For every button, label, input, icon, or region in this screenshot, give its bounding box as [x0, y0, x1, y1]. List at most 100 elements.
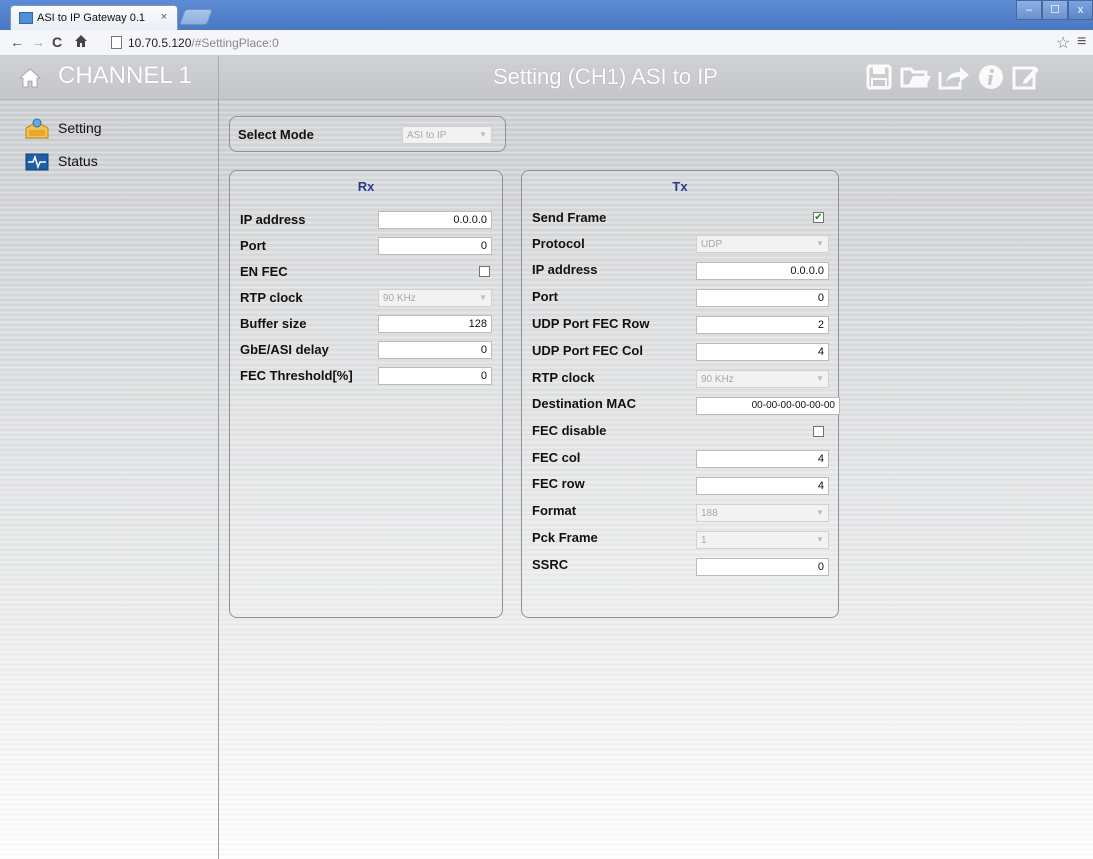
sidebar-item-status[interactable]: Status: [24, 149, 98, 173]
rx-rtp-clock-value: 90 KHz: [383, 293, 416, 304]
tx-pck-frame-row: Pck Frame: [532, 527, 598, 547]
tab-title: ASI to IP Gateway 0.1: [37, 12, 146, 24]
home-browser-icon[interactable]: [74, 34, 88, 51]
tx-rtp-clock-value: 90 KHz: [701, 374, 734, 385]
tx-fec-col-port-input[interactable]: 4: [696, 343, 829, 361]
select-mode-dropdown[interactable]: ASI to IP ▼: [402, 126, 492, 144]
rx-delay-row: GbE/ASI delay: [240, 339, 329, 359]
rx-port-input[interactable]: 0: [378, 237, 492, 255]
sidebar-item-label: Setting: [58, 120, 102, 136]
rx-delay-label: GbE/ASI delay: [240, 341, 329, 357]
close-window-button[interactable]: x: [1068, 0, 1093, 20]
tx-pck-frame-label: Pck Frame: [532, 529, 598, 545]
reload-icon[interactable]: C: [52, 34, 62, 50]
url-host: 10.70.5.120: [128, 36, 192, 50]
chevron-down-icon: ▼: [479, 130, 487, 139]
home-icon[interactable]: [18, 66, 42, 90]
tx-port-row: Port: [532, 286, 558, 306]
tx-ssrc-label: SSRC: [532, 556, 569, 572]
tx-format-label: Format: [532, 502, 577, 518]
rx-buffer-input[interactable]: 128: [378, 315, 492, 333]
bookmark-star-icon[interactable]: ☆: [1056, 33, 1070, 53]
rx-ip-label: IP address: [240, 211, 306, 227]
tx-format-value: 188: [701, 508, 718, 519]
tx-protocol-label: Protocol: [532, 235, 585, 251]
rx-en-fec-checkbox[interactable]: [479, 266, 490, 277]
select-mode-panel: Select Mode ASI to IP ▼: [229, 116, 506, 152]
tx-mac-row: Destination MAC: [532, 393, 636, 413]
url-path: /#SettingPlace:0: [191, 36, 279, 50]
tx-fec-row-label: FEC row: [532, 475, 585, 491]
tx-fec-col-label: FEC col: [532, 449, 581, 465]
rx-buffer-label: Buffer size: [240, 315, 307, 331]
page-icon: [111, 36, 122, 49]
menu-icon[interactable]: ≡: [1077, 33, 1086, 51]
chevron-down-icon: ▼: [816, 508, 824, 517]
rx-port-row: Port: [240, 235, 266, 255]
url-field[interactable]: 10.70.5.120/#SettingPlace:0: [128, 36, 279, 50]
rx-delay-input[interactable]: 0: [378, 341, 492, 359]
tx-fec-disable-checkbox[interactable]: [813, 426, 824, 437]
rx-en-fec-row: EN FEC: [240, 261, 288, 281]
tx-fec-row-input[interactable]: 4: [696, 477, 829, 495]
new-tab-button[interactable]: [179, 9, 213, 25]
minimize-button[interactable]: –: [1016, 0, 1042, 20]
rx-rtp-clock-dropdown[interactable]: 90 KHz ▼: [378, 289, 492, 307]
forward-icon[interactable]: →: [31, 34, 45, 50]
rx-fec-threshold-input[interactable]: 0: [378, 367, 492, 385]
tx-fec-col-row: FEC col: [532, 447, 580, 467]
tx-protocol-row: Protocol: [532, 233, 585, 253]
tx-panel: Tx Send Frame ✔ Protocol UDP ▼ IP addres…: [521, 170, 840, 618]
tx-mac-input[interactable]: 00-00-00-00-00-00: [696, 397, 840, 415]
folder-open-icon[interactable]: [900, 64, 932, 90]
channel-title: CHANNEL 1: [58, 62, 192, 89]
tx-pck-frame-dropdown[interactable]: 1 ▼: [696, 531, 829, 549]
rx-fec-threshold-label: FEC Threshold[%]: [240, 367, 353, 383]
rx-buffer-row: Buffer size: [240, 313, 306, 333]
save-icon[interactable]: [866, 64, 892, 90]
select-mode-label: Select Mode: [238, 127, 314, 142]
tab-close-icon[interactable]: ×: [161, 11, 167, 23]
tx-format-dropdown[interactable]: 188 ▼: [696, 504, 829, 522]
edit-icon[interactable]: [1012, 64, 1039, 90]
info-icon[interactable]: [978, 64, 1004, 90]
rx-rtp-clock-label: RTP clock: [240, 289, 303, 305]
tx-send-frame-row: Send Frame: [532, 207, 606, 227]
rx-ip-input[interactable]: 0.0.0.0: [378, 211, 492, 229]
back-icon[interactable]: ←: [10, 34, 24, 50]
tx-fec-row-port-label: UDP Port FEC Row: [532, 315, 650, 331]
tx-fec-col-input[interactable]: 4: [696, 450, 829, 468]
select-mode-value: ASI to IP: [407, 130, 447, 141]
tx-fec-row-row: FEC row: [532, 473, 585, 493]
browser-tab[interactable]: ASI to IP Gateway 0.1 ×: [10, 5, 178, 30]
tx-fec-disable-row: FEC disable: [532, 420, 606, 440]
page-header: CHANNEL 1 Setting (CH1) ASI to IP: [0, 56, 1093, 100]
sidebar-item-setting[interactable]: Setting: [24, 116, 102, 140]
browser-titlebar: ASI to IP Gateway 0.1 × – ☐ x: [0, 0, 1093, 30]
favicon-icon: [19, 12, 33, 24]
tx-ssrc-input[interactable]: 0: [696, 558, 829, 576]
page: CHANNEL 1 Setting (CH1) ASI to IP Settin…: [0, 56, 1093, 859]
tx-ip-input[interactable]: 0.0.0.0: [696, 262, 829, 280]
tx-mac-label: Destination MAC: [532, 395, 636, 411]
rx-fec-threshold-row: FEC Threshold[%]: [240, 365, 353, 385]
rx-title: Rx: [357, 179, 375, 194]
chevron-down-icon: ▼: [816, 374, 824, 383]
tx-format-row: Format: [532, 500, 576, 520]
maximize-button[interactable]: ☐: [1042, 0, 1068, 20]
address-bar: ← → C 10.70.5.120/#SettingPlace:0 ☆ ≡: [0, 30, 1093, 56]
chevron-down-icon: ▼: [479, 293, 487, 302]
export-icon[interactable]: [938, 64, 970, 90]
rx-en-fec-label: EN FEC: [240, 263, 288, 279]
tx-fec-col-port-label: UDP Port FEC Col: [532, 342, 643, 358]
tx-rtp-clock-row: RTP clock: [532, 367, 595, 387]
tx-fec-col-port-row: UDP Port FEC Col: [532, 340, 643, 360]
tx-ssrc-row: SSRC: [532, 554, 568, 574]
tx-rtp-clock-dropdown[interactable]: 90 KHz ▼: [696, 370, 829, 388]
tx-ip-row: IP address: [532, 259, 598, 279]
tx-protocol-dropdown[interactable]: UDP ▼: [696, 235, 829, 253]
tx-port-input[interactable]: 0: [696, 289, 829, 307]
rx-port-label: Port: [240, 237, 266, 253]
tx-send-frame-checkbox[interactable]: ✔: [813, 212, 824, 223]
tx-fec-row-port-input[interactable]: 2: [696, 316, 829, 334]
